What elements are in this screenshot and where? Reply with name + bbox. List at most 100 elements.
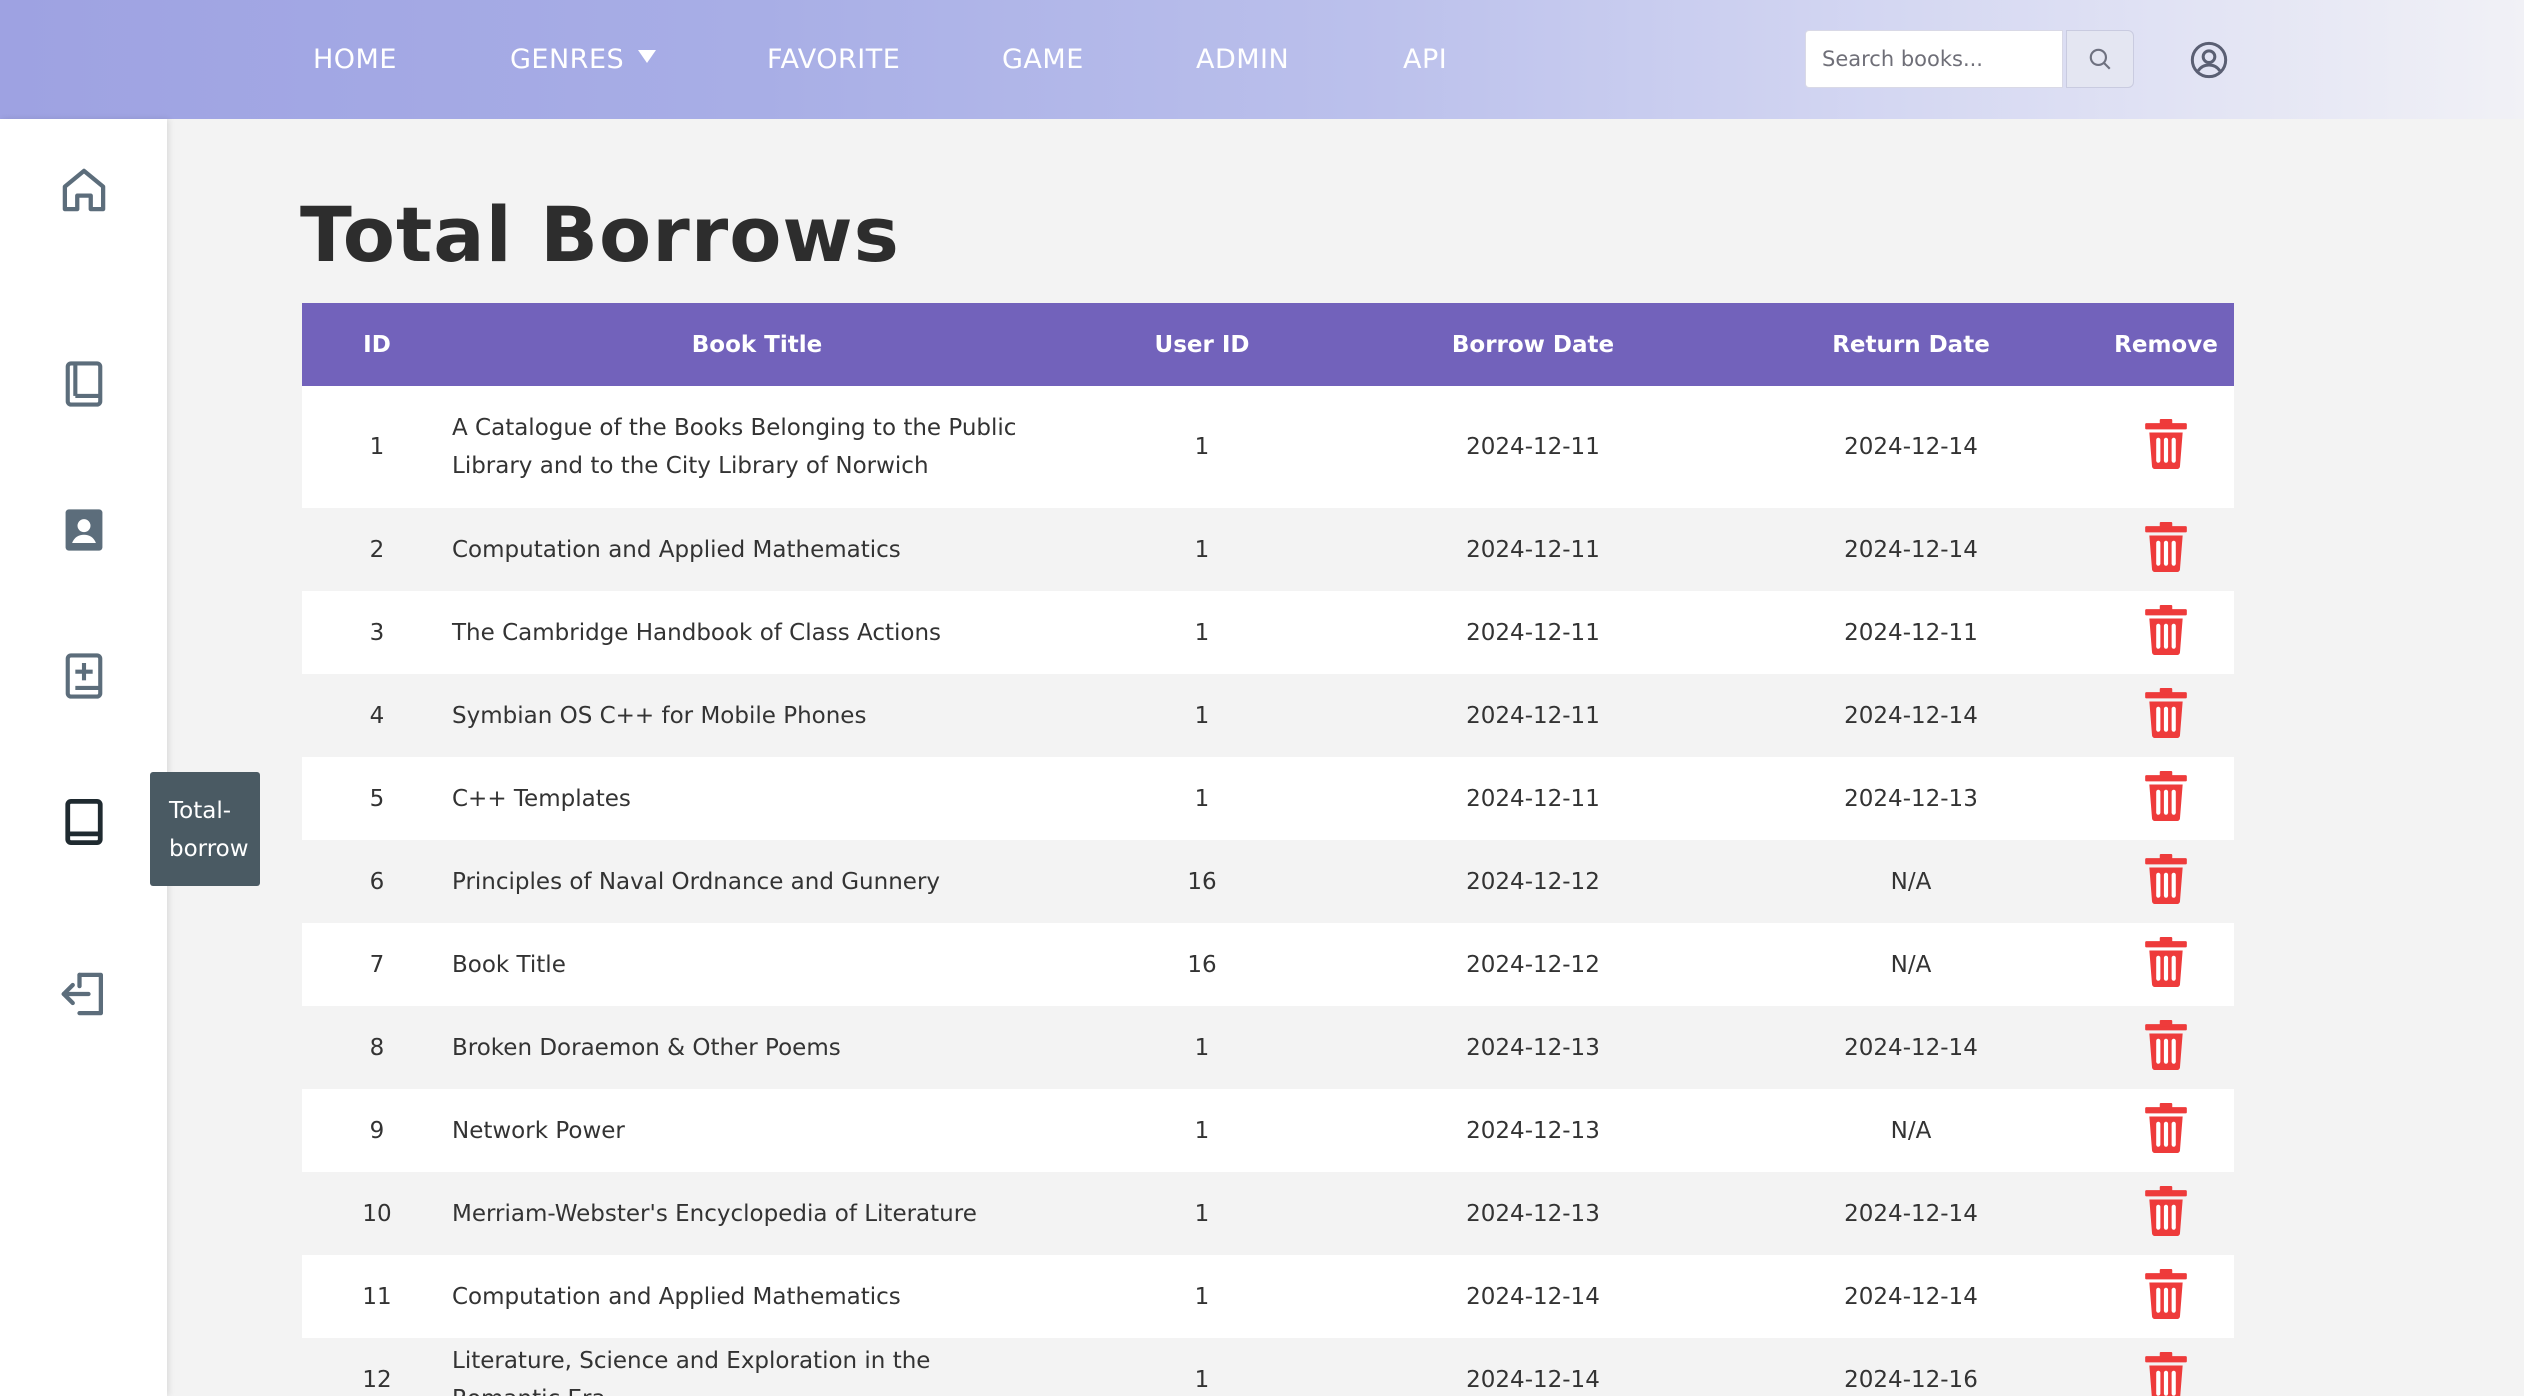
cell-borrow-date: 2024-12-14 bbox=[1466, 1283, 1600, 1310]
home-icon bbox=[62, 168, 106, 212]
cell-remove bbox=[2098, 757, 2234, 840]
table-row: 2 Computation and Applied Mathematics 1 … bbox=[302, 508, 2234, 591]
trash-icon bbox=[2145, 936, 2187, 987]
user-account-button[interactable] bbox=[2187, 38, 2231, 82]
cell-id: 11 bbox=[362, 1283, 392, 1310]
nav-genres-link[interactable]: GENRES bbox=[510, 0, 657, 119]
nav-home-link[interactable]: HOME bbox=[313, 0, 397, 119]
table-row: 9 Network Power 1 2024-12-13 N/A bbox=[302, 1089, 2234, 1172]
cell-id: 9 bbox=[369, 1117, 385, 1144]
cell-user-id: 1 bbox=[1194, 1366, 1210, 1393]
nav-api-link[interactable]: API bbox=[1403, 0, 1447, 119]
cell-id: 6 bbox=[369, 868, 385, 895]
remove-button[interactable] bbox=[2145, 1102, 2187, 1153]
table-row: 11 Computation and Applied Mathematics 1… bbox=[302, 1255, 2234, 1338]
table-header-row: ID Book Title User ID Borrow Date Return… bbox=[302, 303, 2234, 386]
table-row: 10 Merriam-Webster's Encyclopedia of Lit… bbox=[302, 1172, 2234, 1255]
cell-book-title: A Catalogue of the Books Belonging to th… bbox=[452, 386, 1062, 508]
search-input[interactable] bbox=[1805, 30, 2063, 88]
table-row: 12 Literature, Science and Exploration i… bbox=[302, 1338, 2234, 1396]
cell-borrow-date: 2024-12-13 bbox=[1466, 1117, 1600, 1144]
sidebar-tooltip: Total- borrow bbox=[150, 772, 260, 886]
cell-return-date: 2024-12-14 bbox=[1844, 536, 1978, 563]
cell-book-title: Computation and Applied Mathematics bbox=[452, 1283, 901, 1310]
contact-card-icon bbox=[65, 509, 103, 551]
cell-return-date: N/A bbox=[1890, 951, 1932, 978]
remove-button[interactable] bbox=[2145, 770, 2187, 821]
nav-game-link[interactable]: GAME bbox=[1002, 0, 1084, 119]
table-row: 8 Broken Doraemon & Other Poems 1 2024-1… bbox=[302, 1006, 2234, 1089]
remove-button[interactable] bbox=[2145, 604, 2187, 655]
cell-return-date: 2024-12-11 bbox=[1844, 619, 1978, 646]
remove-button[interactable] bbox=[2145, 853, 2187, 904]
table-body: 1 A Catalogue of the Books Belonging to … bbox=[302, 386, 2234, 1396]
col-header-book-title: Book Title bbox=[691, 331, 823, 358]
remove-button[interactable] bbox=[2145, 419, 2187, 469]
borrows-table-container: ID Book Title User ID Borrow Date Return… bbox=[302, 303, 2234, 1396]
sidebar-item-profile[interactable] bbox=[51, 497, 117, 563]
table-row: 3 The Cambridge Handbook of Class Action… bbox=[302, 591, 2234, 674]
sidebar-item-logout[interactable] bbox=[51, 961, 117, 1027]
col-header-user-id: User ID bbox=[1154, 331, 1250, 358]
borrows-table: ID Book Title User ID Borrow Date Return… bbox=[302, 303, 2234, 1396]
trash-icon bbox=[2145, 1019, 2187, 1070]
sidebar-item-add-book[interactable] bbox=[51, 643, 117, 709]
cell-id: 3 bbox=[369, 619, 385, 646]
cell-user-id: 16 bbox=[1187, 951, 1217, 978]
cell-id: 2 bbox=[369, 536, 385, 563]
remove-button[interactable] bbox=[2145, 1019, 2187, 1070]
cell-book-title: Literature, Science and Exploration in t… bbox=[452, 1347, 931, 1396]
cell-user-id: 1 bbox=[1194, 1117, 1210, 1144]
cell-user-id: 1 bbox=[1194, 1034, 1210, 1061]
nav-links: HOME GENRES FAVORITE GAME ADMIN API bbox=[0, 0, 1700, 119]
cell-remove bbox=[2098, 1255, 2234, 1338]
trash-icon bbox=[2145, 1268, 2187, 1319]
nav-admin-link[interactable]: ADMIN bbox=[1196, 0, 1289, 119]
remove-button[interactable] bbox=[2145, 1185, 2187, 1236]
total-borrow-icon bbox=[65, 799, 103, 845]
remove-button[interactable] bbox=[2145, 1268, 2187, 1319]
cell-id: 8 bbox=[369, 1034, 385, 1061]
sidebar-item-total-borrow[interactable] bbox=[51, 789, 117, 855]
add-book-icon bbox=[65, 653, 103, 699]
cell-return-date: N/A bbox=[1890, 868, 1932, 895]
cell-user-id: 1 bbox=[1194, 536, 1210, 563]
remove-button[interactable] bbox=[2145, 1351, 2187, 1396]
nav-favorite-link[interactable]: FAVORITE bbox=[767, 0, 900, 119]
cell-return-date: 2024-12-14 bbox=[1844, 1200, 1978, 1227]
cell-borrow-date: 2024-12-11 bbox=[1466, 536, 1600, 563]
cell-remove bbox=[2098, 591, 2234, 674]
col-header-remove: Remove bbox=[2114, 331, 2218, 358]
cell-user-id: 1 bbox=[1194, 434, 1210, 460]
cell-return-date: 2024-12-13 bbox=[1844, 785, 1978, 812]
cell-borrow-date: 2024-12-14 bbox=[1466, 1366, 1600, 1393]
cell-borrow-date: 2024-12-13 bbox=[1466, 1200, 1600, 1227]
sidebar-item-home[interactable] bbox=[51, 157, 117, 223]
remove-button[interactable] bbox=[2145, 687, 2187, 738]
table-row: 5 C++ Templates 1 2024-12-11 2024-12-13 bbox=[302, 757, 2234, 840]
cell-book-title: The Cambridge Handbook of Class Actions bbox=[452, 619, 942, 646]
cell-user-id: 1 bbox=[1194, 702, 1210, 729]
remove-button[interactable] bbox=[2145, 521, 2187, 572]
remove-button[interactable] bbox=[2145, 936, 2187, 987]
cell-borrow-date: 2024-12-12 bbox=[1466, 951, 1600, 978]
trash-icon bbox=[2145, 1185, 2187, 1236]
cell-return-date: 2024-12-16 bbox=[1844, 1366, 1978, 1393]
cell-borrow-date: 2024-12-11 bbox=[1466, 702, 1600, 729]
cell-user-id: 1 bbox=[1194, 1283, 1210, 1310]
trash-icon bbox=[2145, 853, 2187, 904]
sidebar-item-books[interactable] bbox=[51, 351, 117, 417]
cell-book-title-line: Library and to the City Library of Norwi… bbox=[452, 453, 929, 479]
search-button[interactable] bbox=[2066, 30, 2134, 88]
cell-return-date: 2024-12-14 bbox=[1844, 702, 1978, 729]
cell-book-title: Symbian OS C++ for Mobile Phones bbox=[452, 702, 867, 729]
trash-icon bbox=[2145, 770, 2187, 821]
cell-remove bbox=[2098, 923, 2234, 1006]
cell-return-date: 2024-12-14 bbox=[1844, 1034, 1978, 1061]
sidebar bbox=[0, 119, 167, 1396]
logout-icon bbox=[61, 972, 104, 1016]
table-row: 4 Symbian OS C++ for Mobile Phones 1 202… bbox=[302, 674, 2234, 757]
table-row: 6 Principles of Naval Ordnance and Gunne… bbox=[302, 840, 2234, 923]
cell-book-title: Book Title bbox=[452, 951, 566, 978]
cell-user-id: 1 bbox=[1194, 785, 1210, 812]
